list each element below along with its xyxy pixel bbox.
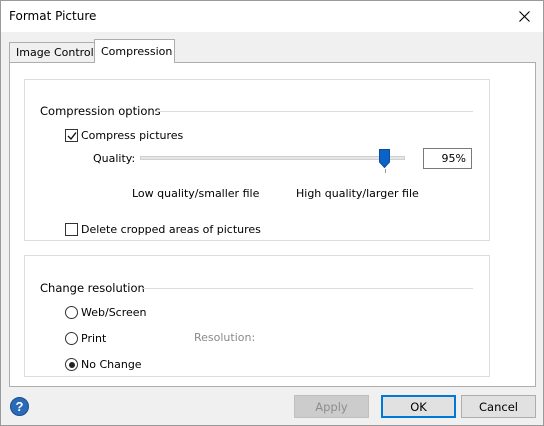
radio-no-change[interactable] bbox=[65, 358, 78, 371]
quality-label: Quality: bbox=[93, 152, 136, 165]
ok-button[interactable]: OK bbox=[381, 395, 456, 418]
compression-tab-panel: Compression options Compress pictures Qu… bbox=[9, 62, 536, 387]
close-button[interactable] bbox=[507, 1, 541, 31]
tab-compression-label: Compression bbox=[101, 45, 173, 58]
resolution-label: Resolution: bbox=[194, 331, 256, 344]
delete-cropped-checkbox[interactable] bbox=[65, 223, 78, 236]
close-icon bbox=[518, 10, 530, 22]
compress-pictures-checkbox[interactable] bbox=[65, 129, 78, 142]
change-resolution-header: Change resolution bbox=[40, 281, 145, 295]
title-bar: Format Picture bbox=[1, 1, 543, 32]
help-icon: ? bbox=[15, 399, 24, 414]
quality-slider-track[interactable] bbox=[140, 156, 405, 160]
cancel-button[interactable]: Cancel bbox=[461, 395, 536, 418]
tab-compression[interactable]: Compression bbox=[94, 39, 175, 63]
print-label: Print bbox=[81, 332, 107, 345]
format-picture-dialog: Format Picture Image Control Compression… bbox=[0, 0, 544, 426]
check-icon bbox=[67, 131, 77, 140]
quality-slider-thumb[interactable] bbox=[379, 149, 390, 168]
compression-options-group: Compression options Compress pictures Qu… bbox=[24, 79, 490, 241]
quality-value-field[interactable]: 95% bbox=[423, 148, 472, 169]
change-resolution-rule bbox=[143, 288, 473, 289]
quality-value: 95% bbox=[441, 152, 466, 165]
ok-button-label: OK bbox=[410, 399, 427, 414]
help-button[interactable]: ? bbox=[10, 397, 29, 416]
no-change-label: No Change bbox=[81, 358, 142, 371]
high-quality-label: High quality/larger file bbox=[296, 187, 419, 200]
apply-button[interactable]: Apply bbox=[294, 395, 369, 418]
compression-options-header: Compression options bbox=[40, 104, 161, 118]
quality-slider-tick bbox=[385, 169, 386, 173]
change-resolution-group: Change resolution Web/Screen Print Resol… bbox=[24, 255, 490, 377]
radio-print[interactable] bbox=[65, 332, 78, 345]
web-screen-label: Web/Screen bbox=[81, 306, 147, 319]
cancel-button-label: Cancel bbox=[479, 399, 518, 414]
compression-options-rule bbox=[155, 111, 473, 112]
window-title: Format Picture bbox=[9, 9, 97, 23]
low-quality-label: Low quality/smaller file bbox=[132, 187, 260, 200]
apply-button-label: Apply bbox=[315, 399, 348, 414]
delete-cropped-label: Delete cropped areas of pictures bbox=[81, 223, 261, 236]
tab-image-control-label: Image Control bbox=[16, 46, 94, 59]
compress-pictures-label: Compress pictures bbox=[81, 129, 184, 142]
tab-image-control[interactable]: Image Control bbox=[9, 42, 95, 62]
radio-web-screen[interactable] bbox=[65, 306, 78, 319]
